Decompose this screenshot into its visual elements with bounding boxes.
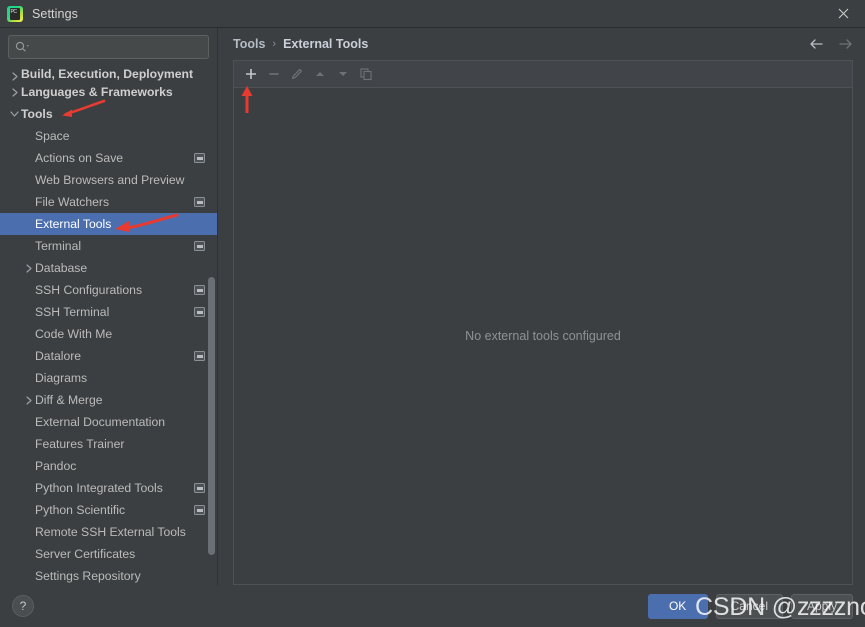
sidebar-item-file-watchers[interactable]: File Watchers (0, 191, 217, 213)
arrow-left-icon[interactable] (808, 36, 824, 52)
chevron-right-icon[interactable] (8, 72, 21, 81)
external-tools-list-area[interactable]: No external tools configured (234, 88, 852, 584)
pencil-icon (286, 63, 308, 85)
sidebar-item-pandoc[interactable]: Pandoc (0, 455, 217, 477)
sidebar-item-languages-frameworks[interactable]: Languages & Frameworks (0, 81, 217, 103)
navigation-buttons (808, 36, 853, 52)
sidebar-item-terminal[interactable]: Terminal (0, 235, 217, 257)
sidebar-item-label: Code With Me (35, 327, 113, 341)
breadcrumb-separator: › (272, 38, 277, 50)
sidebar-item-label: External Documentation (35, 415, 166, 429)
project-settings-badge-icon (194, 241, 205, 251)
sidebar-item-python-scientific[interactable]: Python Scientific (0, 499, 217, 521)
sidebar-scrollbar[interactable] (208, 277, 215, 555)
pycharm-icon (7, 5, 23, 22)
sidebar-item-server-certificates[interactable]: Server Certificates (0, 543, 217, 565)
main-panel: Tools › External Tools No external tools… (218, 28, 865, 585)
sidebar-item-web-browsers-and-preview[interactable]: Web Browsers and Preview (0, 169, 217, 191)
sidebar-item-label: File Watchers (35, 195, 110, 209)
sidebar-item-label: Server Certificates (35, 547, 136, 561)
plus-icon[interactable] (240, 63, 262, 85)
settings-tree-list: Build, Execution, Deployment Languages & … (0, 65, 217, 585)
sidebar-item-database[interactable]: Database (0, 257, 217, 279)
sidebar-item-label: Actions on Save (35, 151, 124, 165)
sidebar-item-label: Pandoc (35, 459, 77, 473)
sidebar-item-ssh-configurations[interactable]: SSH Configurations (0, 279, 217, 301)
dialog-body: Build, Execution, Deployment Languages & … (0, 28, 865, 585)
sidebar-item-label: Database (35, 261, 88, 275)
sidebar-item-diff-merge[interactable]: Diff & Merge (0, 389, 217, 411)
chevron-right-icon[interactable] (22, 395, 35, 405)
sidebar-item-label: Space (35, 129, 70, 143)
search-box[interactable] (8, 35, 209, 59)
project-settings-badge-icon (194, 153, 205, 163)
sidebar-item-python-integrated-tools[interactable]: Python Integrated Tools (0, 477, 217, 499)
sidebar-item-label: Languages & Frameworks (21, 85, 173, 99)
sidebar-item-actions-on-save[interactable]: Actions on Save (0, 147, 217, 169)
arrow-down-icon (332, 63, 354, 85)
sidebar-item-datalore[interactable]: Datalore (0, 345, 217, 367)
sidebar-item-label: External Tools (35, 217, 112, 231)
sidebar-item-external-documentation[interactable]: External Documentation (0, 411, 217, 433)
sidebar-item-label: Tools (21, 107, 53, 121)
chevron-down-icon[interactable] (8, 110, 21, 118)
arrow-right-icon[interactable] (837, 36, 853, 52)
project-settings-badge-icon (194, 483, 205, 493)
sidebar-item-label: SSH Terminal (35, 305, 110, 319)
settings-tree[interactable]: Build, Execution, Deployment Languages & … (0, 65, 217, 585)
window-title: Settings (32, 6, 78, 21)
sidebar-item-settings-repository[interactable]: Settings Repository (0, 565, 217, 585)
sidebar-item-label: Web Browsers and Preview (35, 173, 185, 187)
search-container (0, 28, 217, 65)
project-settings-badge-icon (194, 351, 205, 361)
minus-icon (263, 63, 285, 85)
sidebar-item-label: Features Trainer (35, 437, 125, 451)
sidebar-item-label: Diff & Merge (35, 393, 103, 407)
breadcrumb: Tools › External Tools (218, 28, 865, 60)
sidebar-item-label: Python Integrated Tools (35, 481, 163, 495)
search-input[interactable] (30, 40, 202, 54)
settings-dialog: Settings (0, 0, 865, 627)
sidebar-item-ssh-terminal[interactable]: SSH Terminal (0, 301, 217, 323)
watermark: CSDN @zzzznone (695, 593, 865, 621)
sidebar-item-label: Python Scientific (35, 503, 126, 517)
breadcrumb-current: External Tools (283, 37, 369, 51)
title-bar: Settings (0, 0, 865, 28)
chevron-right-icon[interactable] (8, 87, 21, 97)
breadcrumb-parent[interactable]: Tools (233, 37, 265, 51)
sidebar-item-label: Build, Execution, Deployment (21, 67, 193, 81)
project-settings-badge-icon (194, 505, 205, 515)
sidebar-item-label: Settings Repository (35, 569, 141, 583)
settings-sidebar: Build, Execution, Deployment Languages & … (0, 28, 218, 585)
close-icon[interactable] (821, 0, 865, 28)
external-tools-toolbar (234, 61, 852, 88)
project-settings-badge-icon (194, 285, 205, 295)
sidebar-item-label: Remote SSH External Tools (35, 525, 186, 539)
empty-state-message: No external tools configured (465, 329, 621, 343)
sidebar-item-space[interactable]: Space (0, 125, 217, 147)
project-settings-badge-icon (194, 307, 205, 317)
sidebar-item-features-trainer[interactable]: Features Trainer (0, 433, 217, 455)
sidebar-item-code-with-me[interactable]: Code With Me (0, 323, 217, 345)
sidebar-item-label: Diagrams (35, 371, 88, 385)
search-icon (15, 41, 30, 53)
copy-icon (355, 63, 377, 85)
window-controls (821, 0, 865, 28)
sidebar-item-build-execution-deployment[interactable]: Build, Execution, Deployment (0, 65, 217, 81)
sidebar-item-label: Datalore (35, 349, 82, 363)
sidebar-item-tools[interactable]: Tools (0, 103, 217, 125)
external-tools-panel: No external tools configured (233, 60, 853, 585)
sidebar-item-remote-ssh-external-tools[interactable]: Remote SSH External Tools (0, 521, 217, 543)
project-settings-badge-icon (194, 197, 205, 207)
sidebar-item-label: SSH Configurations (35, 283, 143, 297)
sidebar-item-external-tools[interactable]: External Tools (0, 213, 217, 235)
sidebar-item-diagrams[interactable]: Diagrams (0, 367, 217, 389)
sidebar-item-label: Terminal (35, 239, 82, 253)
help-button[interactable]: ? (12, 595, 34, 617)
arrow-up-icon (309, 63, 331, 85)
chevron-right-icon[interactable] (22, 263, 35, 273)
